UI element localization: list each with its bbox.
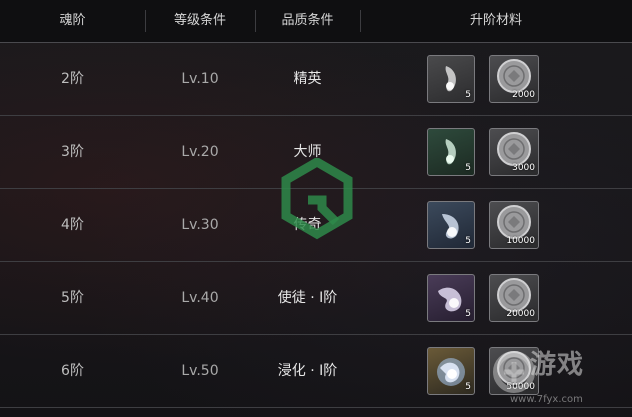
level-cell: Lv.10 bbox=[181, 71, 219, 87]
coin-quantity: 3000 bbox=[512, 163, 535, 173]
soul-material-slot[interactable]: 5 bbox=[427, 347, 475, 395]
soul-quantity: 5 bbox=[465, 236, 471, 246]
tier-cell: 2阶 bbox=[61, 71, 84, 87]
soul-quantity: 5 bbox=[465, 163, 471, 173]
tier-cell: 3阶 bbox=[61, 144, 84, 160]
soul-material-slot[interactable]: 5 bbox=[427, 201, 475, 249]
table-row: 2阶 Lv.10 精英 5 2000 bbox=[0, 43, 632, 116]
table-row: 5阶 Lv.40 使徒 · Ⅰ阶 5 20000 bbox=[0, 262, 632, 335]
header-materials: 升阶材料 bbox=[469, 13, 522, 28]
upgrade-table: 魂阶 等级条件 品质条件 升阶材料 2阶 Lv.10 精英 5 2000 3阶 … bbox=[0, 0, 632, 417]
level-cell: Lv.30 bbox=[181, 217, 219, 233]
tier-cell: 4阶 bbox=[61, 217, 84, 233]
soul-material-slot[interactable]: 5 bbox=[427, 55, 475, 103]
level-cell: Lv.40 bbox=[181, 290, 219, 306]
soul-quantity: 5 bbox=[465, 90, 471, 100]
soul-quantity: 5 bbox=[465, 382, 471, 392]
header-tier: 魂阶 bbox=[59, 13, 86, 28]
level-cell: Lv.20 bbox=[181, 144, 219, 160]
site-logo-icon bbox=[281, 158, 353, 240]
brand-watermark-url: www.7fyx.com bbox=[510, 394, 583, 405]
soul-quantity: 5 bbox=[465, 309, 471, 319]
quality-cell: 精英 bbox=[293, 71, 322, 87]
soul-material-slot[interactable]: 5 bbox=[427, 128, 475, 176]
quality-cell: 使徒 · Ⅰ阶 bbox=[277, 290, 338, 306]
coin-material-slot[interactable]: 3000 bbox=[489, 128, 539, 176]
soul-material-slot[interactable]: 5 bbox=[427, 274, 475, 322]
header-level: 等级条件 bbox=[173, 13, 226, 28]
level-cell: Lv.50 bbox=[181, 363, 219, 379]
header-quality: 品质条件 bbox=[281, 13, 334, 28]
tier-cell: 6阶 bbox=[61, 363, 84, 379]
coin-quantity: 20000 bbox=[506, 309, 535, 319]
coin-material-slot[interactable]: 10000 bbox=[489, 201, 539, 249]
coin-material-slot[interactable]: 2000 bbox=[489, 55, 539, 103]
table-header: 魂阶 等级条件 品质条件 升阶材料 bbox=[0, 0, 632, 43]
brand-watermark-text: 游戏 bbox=[530, 350, 585, 380]
quality-cell: 浸化 · Ⅰ阶 bbox=[277, 363, 338, 379]
coin-quantity: 10000 bbox=[506, 236, 535, 246]
tier-cell: 5阶 bbox=[61, 290, 84, 306]
coin-quantity: 2000 bbox=[512, 90, 535, 100]
coin-material-slot[interactable]: 20000 bbox=[489, 274, 539, 322]
